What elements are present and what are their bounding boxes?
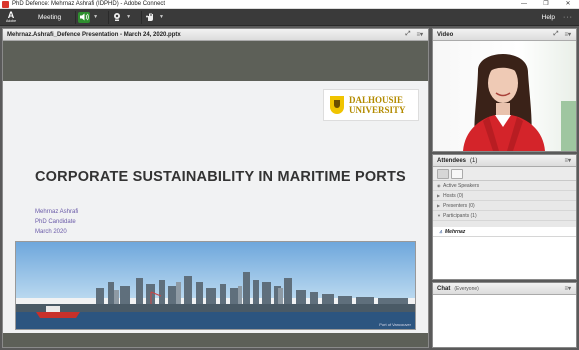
- active-speakers-row: ◉ Active Speakers: [433, 181, 576, 191]
- hosts-group[interactable]: ▶ Hosts (0): [433, 191, 576, 201]
- list-view-icon[interactable]: [437, 168, 449, 179]
- participants-group[interactable]: ▼ Participants (1): [433, 211, 576, 221]
- video-pod: Video ⤢ ≡▾: [432, 28, 577, 152]
- slide-viewport: DALHOUSIE UNIVERSITY CORPORATE SUSTAINAB…: [3, 41, 428, 347]
- presentation-slide: DALHOUSIE UNIVERSITY CORPORATE SUSTAINAB…: [3, 81, 428, 333]
- chat-pod-title: Chat: [437, 285, 451, 292]
- participants-list: ♙ Mehrnaz: [433, 227, 576, 279]
- attendees-pod: Attendees (1) ≡▾ ◉ Active Speakers ▶ Hos…: [432, 154, 577, 280]
- author-name: Mehrnaz Ashrafi: [35, 209, 79, 215]
- attendees-pod-title: Attendees: [437, 157, 467, 164]
- help-menu[interactable]: Help: [534, 14, 563, 21]
- slide-letterbox-bottom: [3, 333, 428, 347]
- port-skyline-photo: Port of Vancouver: [15, 241, 416, 330]
- chat-messages-area[interactable]: [433, 295, 576, 347]
- raise-hand-control[interactable]: ▼: [141, 10, 166, 24]
- slide-letterbox-top: [3, 41, 428, 81]
- list-item[interactable]: ♙ Mehrnaz: [433, 227, 576, 237]
- pod-menu-icon[interactable]: ≡▾: [564, 31, 571, 38]
- pod-menu-icon[interactable]: ≡▾: [564, 157, 571, 164]
- chat-scope: (Everyone): [454, 285, 479, 292]
- pod-menu-icon[interactable]: ≡▾: [416, 31, 423, 38]
- chat-pod-header: Chat (Everyone) ≡▾: [433, 283, 576, 295]
- chevron-down-icon[interactable]: ▼: [126, 14, 131, 20]
- more-options-icon[interactable]: ···: [563, 14, 579, 21]
- attendee-count: (1): [470, 157, 478, 164]
- slide-author-block: Mehrnaz Ashrafi PhD Candidate March 2020: [35, 207, 78, 237]
- menu-bar: A Adobe Meeting ▼ ▼ ▼ Help ···: [0, 9, 579, 26]
- attendees-toolbar: [433, 167, 576, 181]
- share-pod-header: Mehrnaz.Ashrafi_Defence Presentation - M…: [3, 29, 428, 41]
- fullscreen-icon[interactable]: ⤢: [406, 31, 411, 38]
- restore-button[interactable]: ❐: [535, 0, 557, 9]
- raise-hand-icon: [144, 12, 156, 23]
- attendees-pod-header: Attendees (1) ≡▾: [433, 155, 576, 167]
- dalhousie-logo: DALHOUSIE UNIVERSITY: [323, 89, 419, 121]
- webcam-feed: [433, 41, 576, 151]
- close-button[interactable]: ✕: [557, 0, 579, 9]
- camera-control[interactable]: ▼: [108, 10, 133, 24]
- chevron-down-icon[interactable]: ▼: [93, 14, 98, 20]
- popout-icon[interactable]: ⤢: [554, 31, 559, 38]
- minimize-button[interactable]: —: [513, 0, 535, 9]
- share-pod: Mehrnaz.Ashrafi_Defence Presentation - M…: [2, 28, 429, 348]
- chat-pod: Chat (Everyone) ≡▾: [432, 282, 577, 348]
- video-pod-header: Video ⤢ ≡▾: [433, 29, 576, 41]
- pod-menu-icon[interactable]: ≡▾: [564, 285, 571, 292]
- author-role: PhD Candidate: [35, 219, 76, 225]
- breakout-view-icon[interactable]: [451, 168, 463, 179]
- presentation-filename: Mehrnaz.Ashrafi_Defence Presentation - M…: [7, 31, 181, 38]
- chevron-down-icon[interactable]: ▼: [159, 14, 164, 20]
- photo-credit: Port of Vancouver: [379, 322, 411, 327]
- video-pod-title: Video: [437, 31, 454, 38]
- presentation-date: March 2020: [35, 229, 67, 235]
- window-titlebar: PhD Defence: Mehrnaz Ashrafi (IDPHD) - A…: [0, 0, 579, 9]
- webcam-icon: [111, 12, 123, 23]
- window-title: PhD Defence: Mehrnaz Ashrafi (IDPHD) - A…: [12, 1, 166, 7]
- adobe-connect-app-icon: [2, 0, 9, 8]
- slide-heading: CORPORATE SUSTAINABILITY IN MARITIME POR…: [35, 169, 406, 185]
- speaker-icon: [78, 11, 91, 23]
- presenters-group[interactable]: ▶ Presenters (0): [433, 201, 576, 211]
- adobe-logo: A Adobe: [5, 10, 17, 24]
- speaker-control[interactable]: ▼: [75, 10, 100, 24]
- shield-icon: [330, 96, 344, 114]
- meeting-menu[interactable]: Meeting: [32, 9, 67, 26]
